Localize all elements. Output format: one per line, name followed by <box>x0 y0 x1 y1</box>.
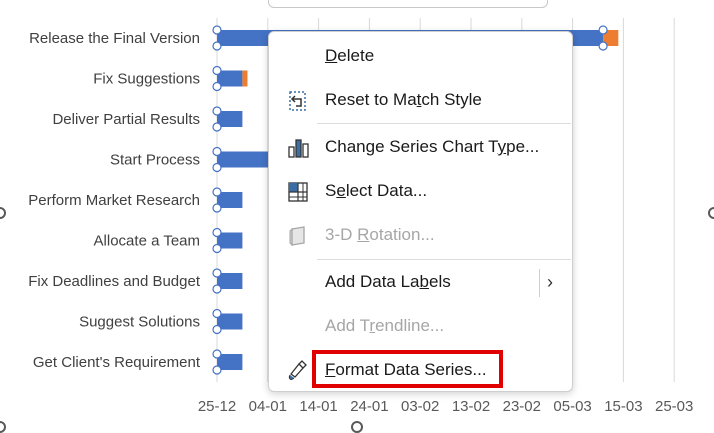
menu-item-delete[interactable]: Delete <box>269 38 572 74</box>
submenu-divider <box>539 269 540 297</box>
menu-item-3d-rotation: 3-D Rotation... <box>269 217 572 253</box>
x-tick-label: 23-02 <box>503 398 541 415</box>
chart-type-icon <box>287 137 309 159</box>
x-axis-ticks: 25-12 04-01 14-01 24-01 03-02 13-02 23-02 05-03… <box>198 398 694 415</box>
menu-item-label: Add Data Labels <box>325 272 451 291</box>
x-tick-label: 13-02 <box>452 398 490 415</box>
menu-item-label: Change Series Chart Type... <box>325 137 540 156</box>
chart-resize-handle-bottom[interactable] <box>351 421 363 433</box>
menu-item-label: 3-D Rotation... <box>325 225 435 244</box>
selection-point <box>212 65 222 76</box>
selection-point <box>212 122 222 132</box>
selection-point <box>212 308 222 319</box>
selection-point <box>212 227 222 238</box>
menu-separator <box>317 123 571 124</box>
category-label: Get Client's Requirement <box>33 354 201 371</box>
selection-point <box>212 203 222 213</box>
chevron-right-icon[interactable]: › <box>547 272 553 293</box>
menu-item-label: Add Trendline... <box>325 316 445 335</box>
selection-point <box>212 41 222 51</box>
x-tick-label: 15-03 <box>604 398 642 415</box>
selection-point <box>212 81 222 92</box>
bar-duration[interactable] <box>242 70 248 87</box>
x-tick-label: 25-12 <box>198 398 236 415</box>
x-tick-label: 24-01 <box>350 398 388 415</box>
selection-point <box>212 349 222 359</box>
rotation-3d-icon <box>287 225 309 247</box>
category-label: Release the Final Version <box>29 30 200 47</box>
selection-point <box>212 146 222 157</box>
menu-item-add-data-labels[interactable]: Add Data Labels <box>269 264 572 300</box>
reset-style-icon <box>287 90 309 112</box>
x-tick-label: 25-03 <box>655 398 693 415</box>
menu-item-label: Reset to Match Style <box>325 90 482 109</box>
menu-item-select-data[interactable]: Select Data... <box>269 173 572 209</box>
mini-toolbar[interactable] <box>268 0 548 8</box>
format-series-icon <box>287 360 309 382</box>
selection-point <box>598 25 608 35</box>
selection-point <box>598 41 608 51</box>
x-tick-label: 14-01 <box>299 398 337 415</box>
menu-separator <box>317 259 571 260</box>
selection-point <box>212 106 222 116</box>
select-data-icon <box>287 181 309 203</box>
selection-point <box>212 365 222 375</box>
selection-point <box>212 324 222 335</box>
selection-point <box>212 284 222 294</box>
x-tick-label: 05-03 <box>553 398 591 415</box>
category-label: Fix Suggestions <box>93 71 200 88</box>
menu-item-reset-to-match-style[interactable]: Reset to Match Style <box>269 82 572 118</box>
selection-point <box>212 268 222 278</box>
selection-point <box>212 162 222 173</box>
x-tick-label: 03-02 <box>401 398 439 415</box>
menu-item-label: Select Data... <box>325 181 428 200</box>
category-label: Suggest Solutions <box>79 314 200 331</box>
x-tick-label: 04-01 <box>249 398 287 415</box>
category-label: Start Process <box>110 152 200 169</box>
selection-point <box>212 187 222 197</box>
category-label: Perform Market Research <box>28 192 200 209</box>
category-labels: Release the Final Version Fix Suggestions… <box>28 30 201 371</box>
selection-point <box>212 243 222 254</box>
context-menu: Delete Reset to Match Style Change Serie… <box>268 31 573 392</box>
highlight-box <box>312 350 503 388</box>
category-label: Fix Deadlines and Budget <box>28 273 201 290</box>
menu-item-add-trendline: Add Trendline... <box>269 308 572 344</box>
menu-item-change-series-chart-type[interactable]: Change Series Chart Type... <box>269 129 572 165</box>
menu-item-label: Delete <box>325 46 375 65</box>
selection-point <box>212 25 222 35</box>
chart-resize-handle-right[interactable] <box>708 207 714 219</box>
category-label: Deliver Partial Results <box>52 111 200 128</box>
category-label: Allocate a Team <box>94 233 200 250</box>
